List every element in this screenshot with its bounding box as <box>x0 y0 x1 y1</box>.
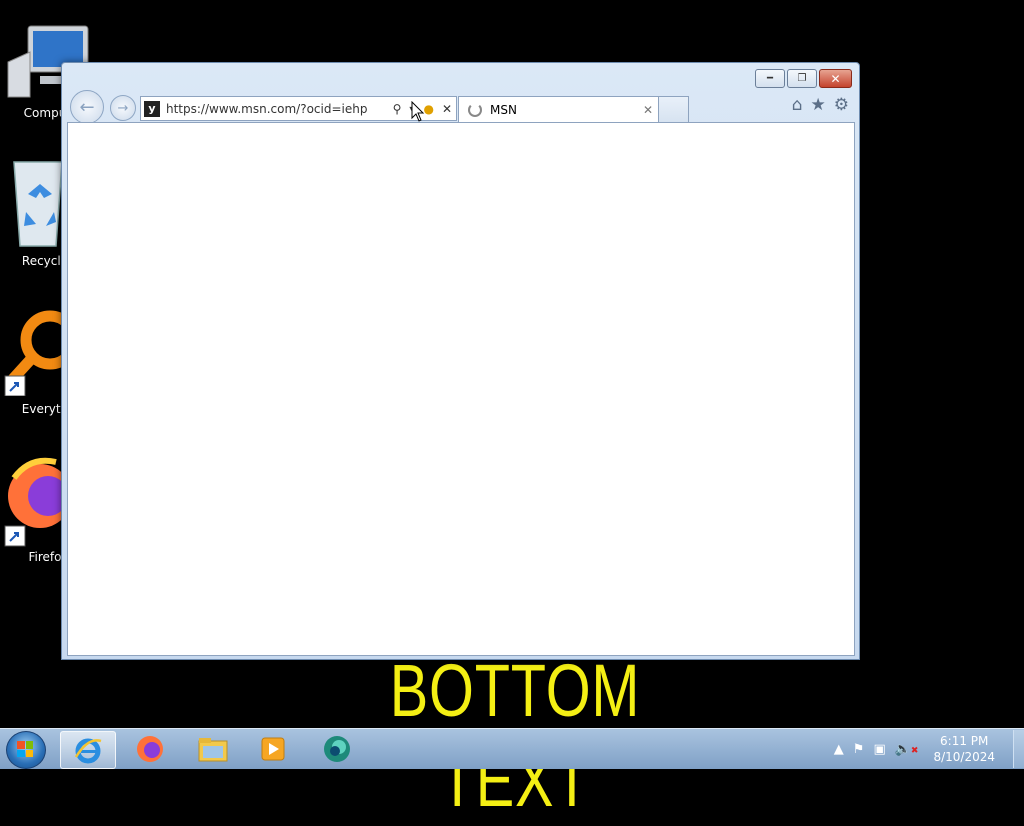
file-explorer-icon <box>198 738 228 762</box>
loading-spinner-icon <box>468 102 482 117</box>
address-url[interactable]: https://www.msn.com/?ocid=iehp <box>166 102 389 116</box>
search-icon[interactable]: ⚲ <box>393 102 402 116</box>
restore-button[interactable]: ❐ <box>787 69 817 88</box>
lock-icon[interactable]: ● <box>423 102 433 116</box>
forward-arrow-icon: → <box>117 100 129 116</box>
home-icon[interactable]: ⌂ <box>792 95 803 115</box>
media-player-icon <box>261 737 285 761</box>
action-center-flag-icon[interactable]: ⚑ <box>853 742 865 757</box>
forward-button[interactable]: → <box>110 95 136 121</box>
taskbar-internet-explorer[interactable] <box>60 731 116 769</box>
close-icon: ✕ <box>830 71 841 86</box>
clock-time: 6:11 PM <box>940 734 989 748</box>
show-hidden-icons-icon[interactable]: ▲ <box>834 742 844 757</box>
browser-toolbar: ⌂ ★ ⚙ <box>792 95 849 115</box>
address-bar[interactable]: y https://www.msn.com/?ocid=iehp ⚲ ▾ ● ✕ <box>140 96 457 121</box>
clock-date: 8/10/2024 <box>933 750 995 764</box>
new-tab-button[interactable] <box>658 96 689 122</box>
msn-favicon-icon: y <box>144 100 160 117</box>
internet-explorer-icon <box>74 738 102 764</box>
show-desktop-button[interactable] <box>1013 730 1024 768</box>
taskbar-edge[interactable] <box>310 731 364 767</box>
browser-window[interactable]: ━ ❐ ✕ ← → y https://www.msn.com/?ocid=ie… <box>61 62 860 660</box>
system-tray: ▲ ⚑ ▣ 🔈✖ 6:11 PM 8/10/2024 <box>834 729 1024 769</box>
clock[interactable]: 6:11 PM 8/10/2024 <box>933 733 995 765</box>
firefox-icon <box>137 736 163 762</box>
volume-muted-icon[interactable]: 🔈✖ <box>895 742 919 757</box>
page-content[interactable] <box>67 122 855 656</box>
taskbar-media-player[interactable] <box>246 731 300 767</box>
taskbar: ▲ ⚑ ▣ 🔈✖ 6:11 PM 8/10/2024 <box>0 728 1024 769</box>
window-controls: ━ ❐ ✕ <box>753 69 852 88</box>
stop-icon[interactable]: ✕ <box>442 102 452 116</box>
minimize-button[interactable]: ━ <box>755 69 785 88</box>
edge-icon <box>324 736 350 762</box>
tab-msn[interactable]: MSN ✕ <box>458 96 660 122</box>
taskbar-firefox[interactable] <box>123 731 177 767</box>
favorites-star-icon[interactable]: ★ <box>811 95 826 115</box>
tab-title: MSN <box>490 102 517 117</box>
mouse-cursor-icon <box>411 101 425 122</box>
network-icon[interactable]: ▣ <box>873 742 885 757</box>
close-button[interactable]: ✕ <box>819 69 852 88</box>
restore-icon: ❐ <box>797 73 807 84</box>
taskbar-file-explorer[interactable] <box>186 731 240 767</box>
tab-close-icon[interactable]: ✕ <box>643 103 653 117</box>
windows-logo-icon <box>17 741 33 757</box>
minimize-icon: ━ <box>766 73 774 84</box>
back-arrow-icon: ← <box>79 96 95 118</box>
settings-gear-icon[interactable]: ⚙ <box>834 95 849 115</box>
start-button[interactable] <box>6 731 46 769</box>
back-button[interactable]: ← <box>70 90 104 124</box>
